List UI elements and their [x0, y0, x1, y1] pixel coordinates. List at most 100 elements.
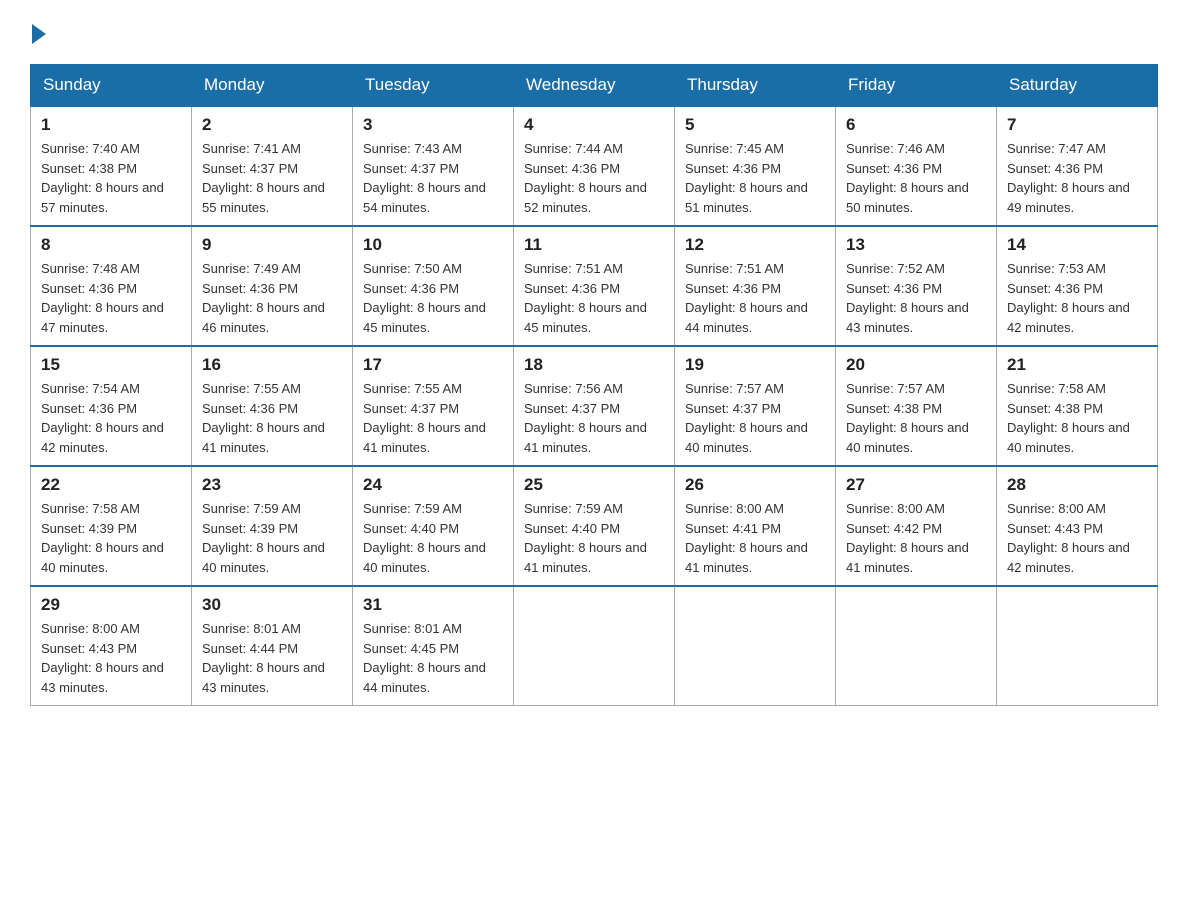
table-row: 9 Sunrise: 7:49 AMSunset: 4:36 PMDayligh…	[192, 226, 353, 346]
table-row: 20 Sunrise: 7:57 AMSunset: 4:38 PMDaylig…	[836, 346, 997, 466]
day-info: Sunrise: 8:01 AMSunset: 4:45 PMDaylight:…	[363, 621, 486, 695]
table-row: 13 Sunrise: 7:52 AMSunset: 4:36 PMDaylig…	[836, 226, 997, 346]
day-info: Sunrise: 7:59 AMSunset: 4:39 PMDaylight:…	[202, 501, 325, 575]
table-row: 3 Sunrise: 7:43 AMSunset: 4:37 PMDayligh…	[353, 106, 514, 226]
day-number: 4	[524, 115, 664, 135]
day-info: Sunrise: 7:51 AMSunset: 4:36 PMDaylight:…	[524, 261, 647, 335]
day-info: Sunrise: 7:58 AMSunset: 4:39 PMDaylight:…	[41, 501, 164, 575]
day-number: 11	[524, 235, 664, 255]
table-row: 5 Sunrise: 7:45 AMSunset: 4:36 PMDayligh…	[675, 106, 836, 226]
day-number: 26	[685, 475, 825, 495]
table-row: 8 Sunrise: 7:48 AMSunset: 4:36 PMDayligh…	[31, 226, 192, 346]
day-info: Sunrise: 7:50 AMSunset: 4:36 PMDaylight:…	[363, 261, 486, 335]
day-number: 9	[202, 235, 342, 255]
day-number: 30	[202, 595, 342, 615]
day-info: Sunrise: 7:57 AMSunset: 4:37 PMDaylight:…	[685, 381, 808, 455]
day-number: 13	[846, 235, 986, 255]
day-number: 20	[846, 355, 986, 375]
table-row	[836, 586, 997, 706]
table-row	[675, 586, 836, 706]
day-info: Sunrise: 8:00 AMSunset: 4:43 PMDaylight:…	[1007, 501, 1130, 575]
day-info: Sunrise: 7:55 AMSunset: 4:37 PMDaylight:…	[363, 381, 486, 455]
day-number: 5	[685, 115, 825, 135]
day-info: Sunrise: 7:41 AMSunset: 4:37 PMDaylight:…	[202, 141, 325, 215]
calendar-week-row: 29 Sunrise: 8:00 AMSunset: 4:43 PMDaylig…	[31, 586, 1158, 706]
col-friday: Friday	[836, 65, 997, 107]
day-number: 2	[202, 115, 342, 135]
day-info: Sunrise: 7:44 AMSunset: 4:36 PMDaylight:…	[524, 141, 647, 215]
table-row: 18 Sunrise: 7:56 AMSunset: 4:37 PMDaylig…	[514, 346, 675, 466]
day-number: 28	[1007, 475, 1147, 495]
day-info: Sunrise: 7:59 AMSunset: 4:40 PMDaylight:…	[363, 501, 486, 575]
day-info: Sunrise: 7:48 AMSunset: 4:36 PMDaylight:…	[41, 261, 164, 335]
logo	[30, 20, 46, 44]
calendar-week-row: 22 Sunrise: 7:58 AMSunset: 4:39 PMDaylig…	[31, 466, 1158, 586]
day-number: 6	[846, 115, 986, 135]
table-row: 4 Sunrise: 7:44 AMSunset: 4:36 PMDayligh…	[514, 106, 675, 226]
col-saturday: Saturday	[997, 65, 1158, 107]
calendar-header-row: Sunday Monday Tuesday Wednesday Thursday…	[31, 65, 1158, 107]
day-number: 8	[41, 235, 181, 255]
day-info: Sunrise: 7:54 AMSunset: 4:36 PMDaylight:…	[41, 381, 164, 455]
table-row: 23 Sunrise: 7:59 AMSunset: 4:39 PMDaylig…	[192, 466, 353, 586]
day-number: 21	[1007, 355, 1147, 375]
day-info: Sunrise: 7:58 AMSunset: 4:38 PMDaylight:…	[1007, 381, 1130, 455]
table-row: 25 Sunrise: 7:59 AMSunset: 4:40 PMDaylig…	[514, 466, 675, 586]
day-info: Sunrise: 7:40 AMSunset: 4:38 PMDaylight:…	[41, 141, 164, 215]
table-row: 24 Sunrise: 7:59 AMSunset: 4:40 PMDaylig…	[353, 466, 514, 586]
table-row: 15 Sunrise: 7:54 AMSunset: 4:36 PMDaylig…	[31, 346, 192, 466]
day-info: Sunrise: 7:45 AMSunset: 4:36 PMDaylight:…	[685, 141, 808, 215]
day-number: 25	[524, 475, 664, 495]
table-row: 1 Sunrise: 7:40 AMSunset: 4:38 PMDayligh…	[31, 106, 192, 226]
table-row: 10 Sunrise: 7:50 AMSunset: 4:36 PMDaylig…	[353, 226, 514, 346]
day-number: 10	[363, 235, 503, 255]
col-tuesday: Tuesday	[353, 65, 514, 107]
calendar-week-row: 1 Sunrise: 7:40 AMSunset: 4:38 PMDayligh…	[31, 106, 1158, 226]
day-number: 14	[1007, 235, 1147, 255]
day-info: Sunrise: 7:47 AMSunset: 4:36 PMDaylight:…	[1007, 141, 1130, 215]
day-info: Sunrise: 7:52 AMSunset: 4:36 PMDaylight:…	[846, 261, 969, 335]
table-row: 17 Sunrise: 7:55 AMSunset: 4:37 PMDaylig…	[353, 346, 514, 466]
day-number: 16	[202, 355, 342, 375]
table-row: 31 Sunrise: 8:01 AMSunset: 4:45 PMDaylig…	[353, 586, 514, 706]
table-row: 16 Sunrise: 7:55 AMSunset: 4:36 PMDaylig…	[192, 346, 353, 466]
calendar-table: Sunday Monday Tuesday Wednesday Thursday…	[30, 64, 1158, 706]
table-row: 2 Sunrise: 7:41 AMSunset: 4:37 PMDayligh…	[192, 106, 353, 226]
day-info: Sunrise: 8:01 AMSunset: 4:44 PMDaylight:…	[202, 621, 325, 695]
day-info: Sunrise: 7:56 AMSunset: 4:37 PMDaylight:…	[524, 381, 647, 455]
table-row	[514, 586, 675, 706]
day-info: Sunrise: 7:57 AMSunset: 4:38 PMDaylight:…	[846, 381, 969, 455]
calendar-week-row: 15 Sunrise: 7:54 AMSunset: 4:36 PMDaylig…	[31, 346, 1158, 466]
day-info: Sunrise: 8:00 AMSunset: 4:42 PMDaylight:…	[846, 501, 969, 575]
day-info: Sunrise: 7:51 AMSunset: 4:36 PMDaylight:…	[685, 261, 808, 335]
day-number: 15	[41, 355, 181, 375]
day-number: 31	[363, 595, 503, 615]
day-info: Sunrise: 7:59 AMSunset: 4:40 PMDaylight:…	[524, 501, 647, 575]
day-number: 19	[685, 355, 825, 375]
day-info: Sunrise: 7:49 AMSunset: 4:36 PMDaylight:…	[202, 261, 325, 335]
day-number: 17	[363, 355, 503, 375]
day-number: 27	[846, 475, 986, 495]
day-number: 23	[202, 475, 342, 495]
day-number: 29	[41, 595, 181, 615]
day-number: 22	[41, 475, 181, 495]
table-row: 19 Sunrise: 7:57 AMSunset: 4:37 PMDaylig…	[675, 346, 836, 466]
table-row: 22 Sunrise: 7:58 AMSunset: 4:39 PMDaylig…	[31, 466, 192, 586]
day-number: 18	[524, 355, 664, 375]
table-row: 12 Sunrise: 7:51 AMSunset: 4:36 PMDaylig…	[675, 226, 836, 346]
table-row: 21 Sunrise: 7:58 AMSunset: 4:38 PMDaylig…	[997, 346, 1158, 466]
day-info: Sunrise: 7:46 AMSunset: 4:36 PMDaylight:…	[846, 141, 969, 215]
calendar-week-row: 8 Sunrise: 7:48 AMSunset: 4:36 PMDayligh…	[31, 226, 1158, 346]
table-row: 6 Sunrise: 7:46 AMSunset: 4:36 PMDayligh…	[836, 106, 997, 226]
day-number: 3	[363, 115, 503, 135]
table-row: 26 Sunrise: 8:00 AMSunset: 4:41 PMDaylig…	[675, 466, 836, 586]
table-row: 29 Sunrise: 8:00 AMSunset: 4:43 PMDaylig…	[31, 586, 192, 706]
table-row: 11 Sunrise: 7:51 AMSunset: 4:36 PMDaylig…	[514, 226, 675, 346]
table-row: 14 Sunrise: 7:53 AMSunset: 4:36 PMDaylig…	[997, 226, 1158, 346]
day-info: Sunrise: 7:53 AMSunset: 4:36 PMDaylight:…	[1007, 261, 1130, 335]
table-row: 7 Sunrise: 7:47 AMSunset: 4:36 PMDayligh…	[997, 106, 1158, 226]
day-number: 24	[363, 475, 503, 495]
day-info: Sunrise: 7:55 AMSunset: 4:36 PMDaylight:…	[202, 381, 325, 455]
table-row: 28 Sunrise: 8:00 AMSunset: 4:43 PMDaylig…	[997, 466, 1158, 586]
col-monday: Monday	[192, 65, 353, 107]
